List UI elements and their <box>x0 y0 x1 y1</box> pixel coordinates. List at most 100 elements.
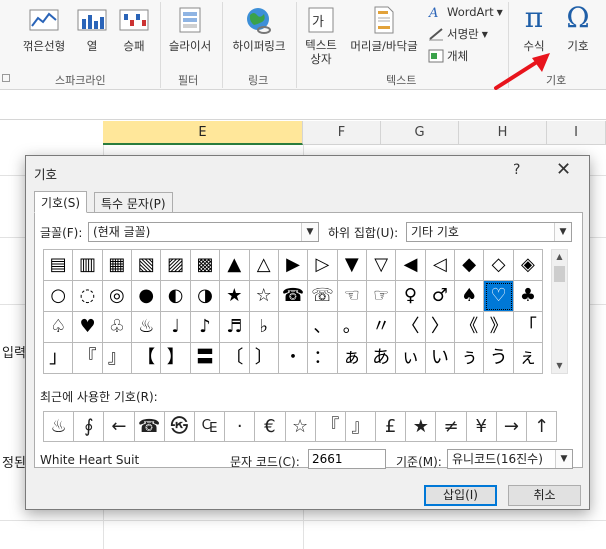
symbol-cell[interactable]: ☞ <box>366 281 397 312</box>
recent-symbol-cell[interactable]: ₠ <box>194 412 226 442</box>
symbol-cell[interactable]: △ <box>249 250 279 281</box>
symbol-cell[interactable]: ☆ <box>249 281 279 312</box>
symbol-cell[interactable]: 〃 <box>366 312 397 343</box>
recent-symbol-cell[interactable]: 』 <box>345 412 377 442</box>
symbol-cell[interactable]: ♨ <box>132 312 162 343</box>
recent-symbol-cell[interactable]: 『 <box>315 412 346 442</box>
symbol-cell[interactable]: い <box>425 343 456 374</box>
symbol-cell[interactable]: ぅ <box>455 343 485 374</box>
symbol-cell[interactable]: ♩ <box>161 312 191 343</box>
recent-symbol-cell[interactable]: → <box>496 412 527 442</box>
symbol-cell[interactable]: 、 <box>308 312 338 343</box>
symbol-cell[interactable]: ☏ <box>308 281 338 312</box>
symbol-cell[interactable]: ◐ <box>161 281 191 312</box>
symbol-cell[interactable]: ♣ <box>513 281 544 312</box>
scroll-up-icon[interactable]: ▲ <box>552 250 567 264</box>
symbol-cell[interactable]: ◀ <box>396 250 426 281</box>
symbol-cell[interactable]: 〓 <box>190 343 221 374</box>
symbol-cell[interactable]: 【 <box>132 343 162 374</box>
recent-symbol-cell[interactable]: ← <box>104 412 135 442</box>
symbol-cell[interactable]: ◎ <box>102 281 133 312</box>
symbol-cell[interactable]: 「 <box>513 312 544 343</box>
symbol-cell[interactable]: 」 <box>44 343 74 374</box>
hyperlink-button[interactable]: 하이퍼링크 <box>226 6 292 54</box>
symbol-button[interactable]: Ω 기호 <box>558 2 598 54</box>
column-header-e[interactable]: E <box>103 121 303 145</box>
symbol-cell[interactable]: ♧ <box>102 312 133 343</box>
symbol-cell[interactable]: 《 <box>455 312 485 343</box>
symbol-cell[interactable]: ぃ <box>396 343 426 374</box>
symbol-cell[interactable]: 〔 <box>220 343 250 374</box>
font-select[interactable]: (현재 글꼴) ▼ <box>88 222 319 242</box>
symbol-cell[interactable]: ▲ <box>220 250 250 281</box>
symbol-cell[interactable]: ♡ <box>484 281 514 312</box>
symbol-cell[interactable]: 〕 <box>249 343 279 374</box>
symbol-cell[interactable]: ▦ <box>102 250 133 281</box>
cancel-button[interactable]: 취소 <box>508 485 581 506</box>
symbol-cell[interactable]: ▶ <box>278 250 309 281</box>
equation-button[interactable]: π 수식 <box>513 2 555 54</box>
symbol-cell[interactable]: あ <box>366 343 397 374</box>
close-button[interactable]: ✕ <box>556 159 571 180</box>
recent-symbol-cell[interactable]: ☎ <box>134 412 165 442</box>
recent-symbol-cell[interactable]: ≠ <box>436 412 467 442</box>
symbol-cell[interactable]: ● <box>132 281 162 312</box>
symbol-cell[interactable]: ▷ <box>308 250 338 281</box>
symbol-cell[interactable]: ♠ <box>455 281 485 312</box>
symbol-cell[interactable]: ▩ <box>190 250 221 281</box>
symbol-cell[interactable]: 『 <box>73 343 103 374</box>
symbol-cell[interactable]: ▧ <box>132 250 162 281</box>
signature-line-button[interactable]: 서명란 ▼ <box>428 26 488 42</box>
textbox-button[interactable]: 가 텍스트 상자 <box>300 6 342 66</box>
symbol-cell[interactable]: ◑ <box>190 281 221 312</box>
wordart-button[interactable]: A WordArt ▼ <box>428 5 503 19</box>
symbol-cell[interactable]: ♬ <box>220 312 250 343</box>
recent-symbol-cell[interactable]: ★ <box>406 412 437 442</box>
sparkline-column-button[interactable]: 열 <box>74 6 110 54</box>
formula-bar[interactable] <box>0 90 606 120</box>
subset-select[interactable]: 기타 기호 ▼ <box>406 222 572 242</box>
symbol-cell[interactable]: 。 <box>337 312 367 343</box>
recent-symbol-cell[interactable]: ☆ <box>285 412 316 442</box>
symbol-cell[interactable]: 〉 <box>425 312 456 343</box>
recent-symbol-cell[interactable]: · <box>225 412 256 442</box>
character-code-input[interactable] <box>308 449 386 469</box>
symbol-cell[interactable]: ☎ <box>278 281 309 312</box>
symbol-cell[interactable]: ◆ <box>455 250 485 281</box>
scroll-down-icon[interactable]: ▼ <box>552 359 567 373</box>
symbol-cell[interactable]: ♂ <box>425 281 456 312</box>
symbol-cell[interactable]: ▤ <box>44 250 74 281</box>
recent-symbol-cell[interactable]: ∮ <box>74 412 105 442</box>
sparkline-winloss-button[interactable]: 승패 <box>114 6 154 54</box>
symbol-cell[interactable]: ・ <box>278 343 309 374</box>
column-header-g[interactable]: G <box>381 121 459 145</box>
symbol-cell[interactable]: ▽ <box>366 250 397 281</box>
recent-symbol-cell[interactable]: ↑ <box>527 412 558 442</box>
symbol-cell[interactable]: ▨ <box>161 250 191 281</box>
object-button[interactable]: 개체 <box>428 48 468 64</box>
symbol-cell[interactable]: ぇ <box>513 343 544 374</box>
symbol-cell[interactable]: 〈 <box>396 312 426 343</box>
symbol-cell[interactable]: ♥ <box>73 312 103 343</box>
tab-symbols[interactable]: 기호(S) <box>34 191 88 213</box>
column-header-i[interactable]: I <box>547 121 606 145</box>
symbol-grid-scrollbar[interactable]: ▲ ▼ <box>551 249 568 374</box>
symbol-cell[interactable]: ♭ <box>249 312 279 343</box>
column-header-h[interactable]: H <box>459 121 547 145</box>
slicer-button[interactable]: 슬라이서 <box>164 6 216 54</box>
recent-symbol-cell[interactable]: £ <box>376 412 407 442</box>
tab-special-characters[interactable]: 특수 문자(P) <box>94 192 173 213</box>
symbol-cell[interactable]: ♀ <box>396 281 426 312</box>
insert-button[interactable]: 삽입(I) <box>424 485 497 506</box>
scroll-thumb[interactable] <box>554 266 565 282</box>
recent-symbol-cell[interactable]: ¥ <box>466 412 497 442</box>
dialog-launcher-icon[interactable] <box>2 74 10 82</box>
recent-symbol-cell[interactable]: € <box>255 412 286 442</box>
symbol-cell[interactable]: ★ <box>220 281 250 312</box>
symbol-cell[interactable]: ◁ <box>425 250 456 281</box>
symbol-cell[interactable]: ： <box>308 343 338 374</box>
symbol-cell[interactable]: ◌ <box>73 281 103 312</box>
symbol-cell[interactable] <box>278 312 309 343</box>
sparkline-line-button[interactable]: 꺾은선형 <box>18 6 70 54</box>
symbol-cell[interactable]: ◈ <box>513 250 544 281</box>
